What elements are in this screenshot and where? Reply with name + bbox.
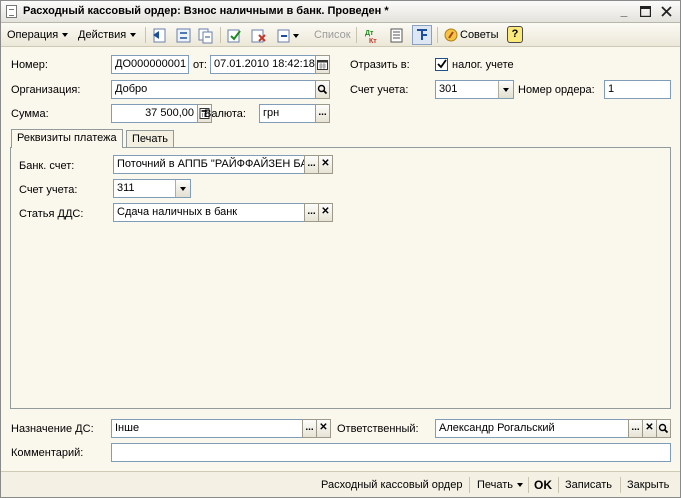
sum-label: Сумма:: [11, 108, 49, 120]
clear-icon[interactable]: ✕: [642, 419, 657, 438]
comment-label: Комментарий:: [11, 447, 84, 459]
date-field[interactable]: 07.01.2010 18:42:18: [210, 55, 316, 74]
unpost-document-icon[interactable]: [250, 27, 267, 44]
bank-account-label: Банк. счет:: [19, 160, 75, 172]
purpose-field[interactable]: Інше: [111, 419, 303, 438]
actions-menu-label: Действия: [78, 29, 127, 41]
actions-menu[interactable]: Действия: [78, 26, 137, 44]
purpose-label: Назначение ДС:: [11, 423, 94, 435]
search-icon[interactable]: [315, 80, 330, 99]
bottom-separator: [528, 477, 529, 493]
dropdown-icon[interactable]: [498, 81, 513, 98]
list-button[interactable]: Список: [314, 26, 351, 44]
tips-button[interactable]: Советы: [460, 26, 498, 44]
checkmark-icon: [437, 59, 447, 69]
tax-accounting-checkbox[interactable]: [435, 58, 448, 71]
sum-field[interactable]: 37 500,00: [111, 104, 198, 123]
bottom-separator: [620, 477, 621, 493]
responsible-label: Ответственный:: [337, 423, 419, 435]
account-select[interactable]: 301: [435, 80, 514, 99]
account-label: Счет учета:: [350, 84, 409, 96]
refresh-icon[interactable]: [175, 27, 192, 44]
chevron-down-icon: [517, 483, 524, 488]
order-number-field[interactable]: 1: [604, 80, 671, 99]
clear-icon[interactable]: ✕: [318, 203, 333, 222]
close-icon[interactable]: [658, 4, 674, 19]
number-field[interactable]: ДО000000001: [111, 55, 189, 74]
dds-label: Статья ДДС:: [19, 208, 84, 220]
based-on-icon[interactable]: [276, 27, 299, 44]
svg-text:Кт: Кт: [369, 38, 377, 44]
currency-field[interactable]: грн: [259, 104, 316, 123]
account-select-value: 301: [439, 83, 458, 95]
tab-print[interactable]: Печать: [126, 130, 175, 148]
payment-account-label: Счет учета:: [19, 184, 78, 196]
minimize-icon[interactable]: _: [616, 4, 632, 19]
clear-icon[interactable]: ✕: [318, 155, 333, 174]
responsible-field[interactable]: Александр Рогальский: [435, 419, 629, 438]
currency-label: Валюта:: [204, 108, 246, 120]
tax-accounting-label: налог. учете: [452, 59, 514, 71]
tips-icon: [443, 27, 460, 44]
toolbar-separator: [220, 27, 221, 43]
save-button[interactable]: Записать: [565, 477, 612, 493]
operation-menu-label: Операция: [7, 29, 59, 41]
calendar-icon[interactable]: [315, 55, 330, 74]
select-icon[interactable]: ...: [315, 104, 330, 123]
number-label: Номер:: [11, 59, 48, 71]
svg-text:Дт: Дт: [365, 30, 374, 37]
search-icon[interactable]: [656, 419, 671, 438]
post-document-icon[interactable]: [226, 27, 243, 44]
print-menu-button[interactable]: Печать: [477, 477, 524, 493]
toolbar: Операция Действия Список Дт Кт Советы ?: [1, 23, 680, 47]
organization-field[interactable]: Добро: [111, 80, 316, 99]
toolbar-separator: [356, 27, 357, 43]
window-title: Расходный кассовый ордер: Взнос наличным…: [23, 5, 389, 17]
from-label: от:: [193, 59, 207, 71]
close-button[interactable]: Закрыть: [627, 477, 669, 493]
bottom-separator: [558, 477, 559, 493]
bottom-bar: Расходный кассовый ордер Печать OK Запис…: [1, 471, 680, 497]
print-form-button[interactable]: Расходный кассовый ордер: [321, 477, 462, 493]
document-icon: [6, 5, 17, 18]
operation-menu[interactable]: Операция: [7, 26, 69, 44]
reflect-label: Отразить в:: [350, 59, 410, 71]
select-icon[interactable]: ...: [304, 155, 319, 174]
tab-panel: Банк. счет: Поточний в АППБ "РАЙФФАЙЗЕН …: [10, 147, 671, 409]
copy-document-icon[interactable]: [197, 27, 214, 44]
select-icon[interactable]: ...: [304, 203, 319, 222]
toolbar-separator: [145, 27, 146, 43]
dropdown-icon[interactable]: [175, 180, 190, 197]
chevron-down-icon: [62, 33, 69, 38]
title-bar: Расходный кассовый ордер: Взнос наличным…: [1, 1, 680, 23]
bottom-separator: [469, 477, 470, 493]
select-icon[interactable]: ...: [302, 419, 317, 438]
clear-icon[interactable]: ✕: [316, 419, 331, 438]
report-icon[interactable]: [388, 27, 405, 44]
print-menu-label: Печать: [477, 479, 514, 491]
toolbar-separator: [437, 27, 438, 43]
select-icon[interactable]: ...: [628, 419, 643, 438]
comment-field[interactable]: [111, 443, 671, 462]
document-window: Расходный кассовый ордер: Взнос наличным…: [0, 0, 681, 498]
structure-icon[interactable]: [412, 25, 432, 45]
debit-credit-icon[interactable]: Дт Кт: [364, 27, 381, 45]
organization-label: Организация:: [11, 84, 81, 96]
order-number-label: Номер ордера:: [518, 84, 595, 96]
help-button[interactable]: ?: [507, 26, 523, 43]
payment-account-value: 311: [117, 182, 135, 194]
go-to-list-icon[interactable]: [151, 27, 168, 44]
maximize-icon[interactable]: [637, 4, 653, 19]
payment-account-select[interactable]: 311: [113, 179, 191, 198]
chevron-down-icon: [130, 33, 137, 38]
tab-payment-details[interactable]: Реквизиты платежа: [11, 129, 123, 148]
bank-account-field[interactable]: Поточний в АППБ "РАЙФФАЙЗЕН БАНК АВАЛЬ": [113, 155, 305, 174]
dds-field[interactable]: Сдача наличных в банк: [113, 203, 305, 222]
ok-button[interactable]: OK: [534, 477, 552, 493]
